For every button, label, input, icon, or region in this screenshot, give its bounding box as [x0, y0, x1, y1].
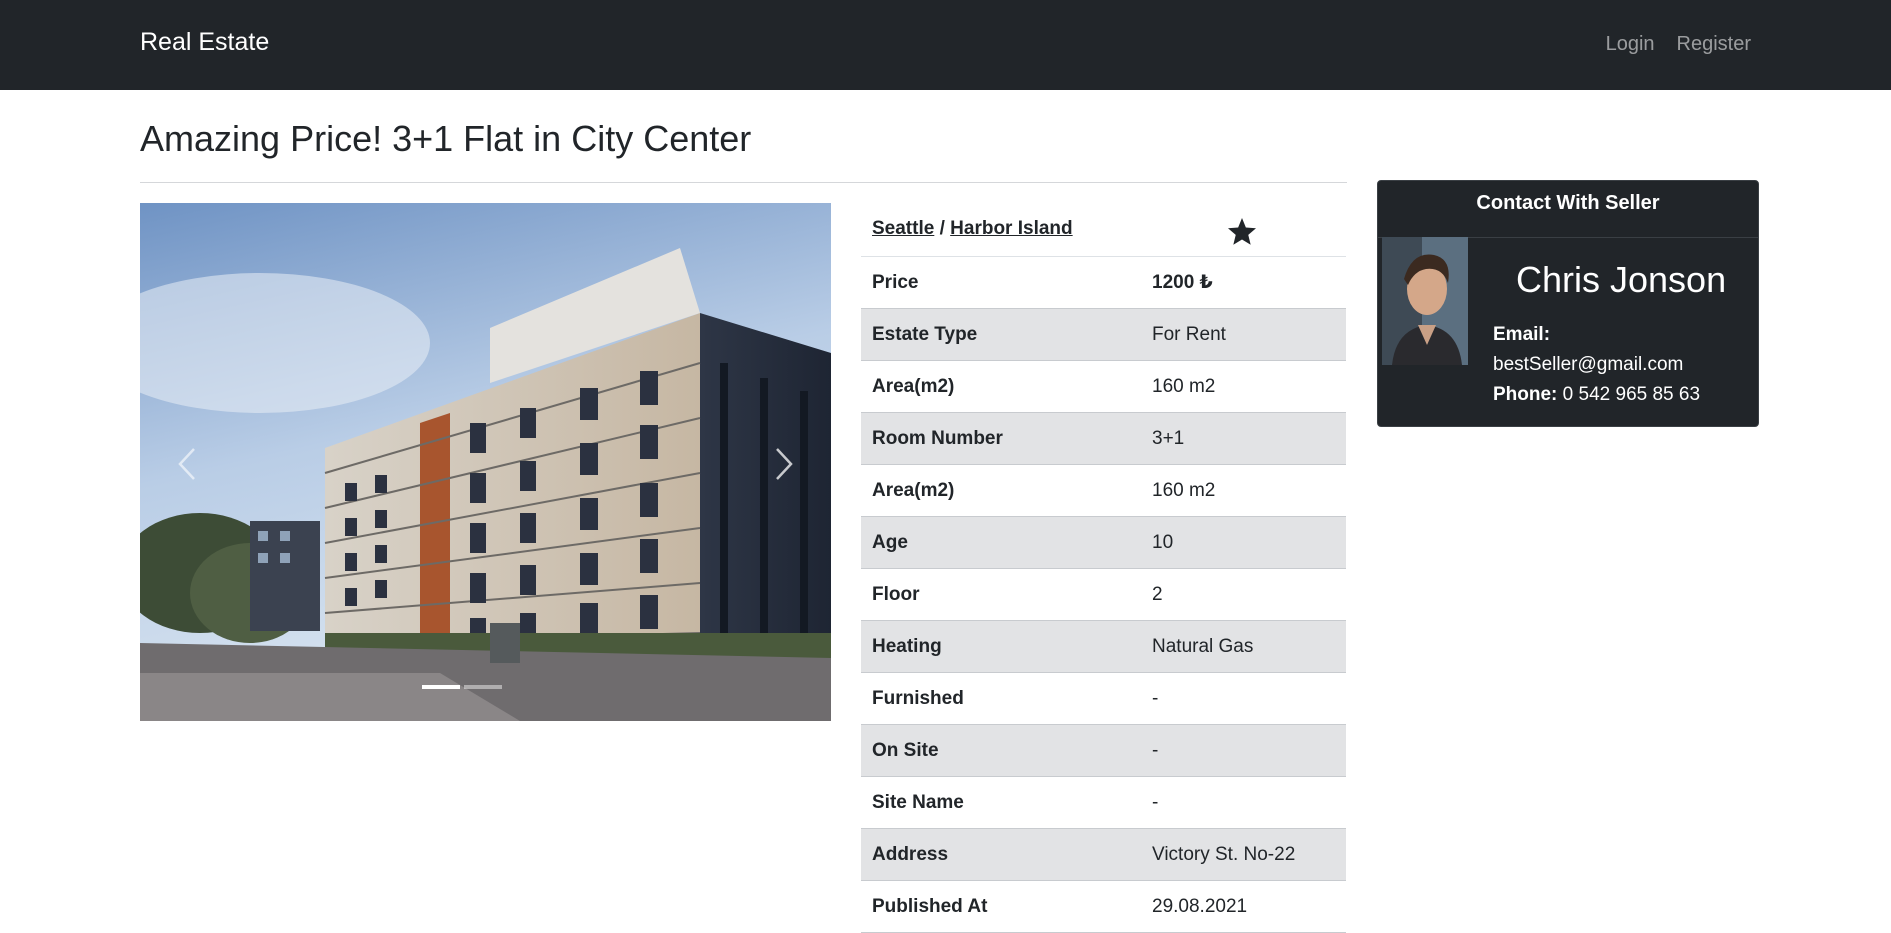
detail-label: Address: [872, 843, 949, 865]
detail-label: On Site: [872, 739, 939, 761]
email-label-line: Email:: [1493, 324, 1550, 346]
detail-row: Heating Natural Gas: [861, 621, 1346, 673]
detail-label: Floor: [872, 583, 920, 605]
detail-value: Victory St. No-22: [1152, 843, 1296, 865]
email-value-line: bestSeller@gmail.com: [1493, 354, 1683, 376]
seller-email[interactable]: bestSeller@gmail.com: [1493, 354, 1683, 375]
detail-value: 10: [1152, 531, 1174, 553]
property-details-table: Seattle / Harbor Island Price 1200 ₺ Estat…: [861, 203, 1346, 933]
seller-phone[interactable]: 0 542 965 85 63: [1563, 384, 1700, 405]
detail-rows: Price 1200 ₺ Estate Type For Rent Area(m2) 16…: [861, 257, 1346, 933]
district-link[interactable]: Harbor Island: [950, 218, 1072, 239]
nav-links: Login Register: [1606, 33, 1751, 56]
detail-value: 160 m2: [1152, 375, 1216, 397]
detail-label: Area(m2): [872, 375, 955, 397]
seller-avatar: [1382, 237, 1468, 365]
chevron-left-icon: [178, 448, 195, 480]
login-link[interactable]: Login: [1606, 33, 1655, 56]
detail-value: -: [1152, 687, 1159, 709]
detail-value: For Rent: [1152, 323, 1226, 345]
carousel-prev-button[interactable]: [140, 203, 250, 721]
detail-value: 1200 ₺: [1152, 272, 1213, 293]
detail-label: Furnished: [872, 687, 964, 709]
detail-value: Natural Gas: [1152, 635, 1254, 657]
chevron-right-icon: [776, 448, 793, 480]
detail-row: Room Number 3+1: [861, 413, 1346, 465]
carousel-indicator-2[interactable]: [464, 685, 502, 689]
carousel-indicators: [422, 685, 502, 689]
detail-row: Age 10: [861, 517, 1346, 569]
detail-label: Price: [872, 271, 919, 293]
brand-link[interactable]: Real Estate: [140, 28, 269, 57]
detail-value: -: [1152, 791, 1159, 813]
register-link[interactable]: Register: [1677, 33, 1751, 56]
page-title: Amazing Price! 3+1 Flat in City Center: [140, 118, 752, 159]
city-link[interactable]: Seattle: [872, 218, 934, 239]
phone-line: Phone: 0 542 965 85 63: [1493, 384, 1700, 406]
detail-label: Room Number: [872, 427, 1003, 449]
title-divider: [140, 182, 1347, 183]
seller-name: Chris Jonson: [1516, 259, 1727, 300]
detail-label: Estate Type: [872, 323, 978, 345]
detail-row: Estate Type For Rent: [861, 309, 1346, 361]
location-breadcrumb: Seattle / Harbor Island: [872, 218, 1073, 240]
detail-value: 3+1: [1152, 427, 1185, 449]
contact-seller-card: Contact With Seller Chris Jonson Email: …: [1377, 180, 1759, 427]
detail-row: On Site -: [861, 725, 1346, 777]
top-navbar: Real Estate Login Register: [0, 0, 1891, 90]
detail-row: Price 1200 ₺: [861, 257, 1346, 309]
detail-value: -: [1152, 739, 1159, 761]
location-row: Seattle / Harbor Island: [861, 203, 1346, 257]
phone-label: Phone:: [1493, 384, 1558, 405]
detail-row: Furnished -: [861, 673, 1346, 725]
detail-label: Site Name: [872, 791, 964, 813]
detail-label: Heating: [872, 635, 942, 657]
card-title: Contact With Seller: [1378, 181, 1758, 238]
location-separator: /: [939, 218, 945, 239]
detail-label: Age: [872, 531, 908, 553]
image-carousel[interactable]: [140, 203, 831, 721]
detail-row: Site Name -: [861, 777, 1346, 829]
detail-row: Floor 2: [861, 569, 1346, 621]
star-icon[interactable]: [1226, 216, 1258, 248]
detail-row: Area(m2) 160 m2: [861, 361, 1346, 413]
detail-value: 160 m2: [1152, 479, 1216, 501]
carousel-next-button[interactable]: [721, 203, 831, 721]
email-label: Email:: [1493, 324, 1551, 345]
carousel-indicator-1[interactable]: [422, 685, 460, 689]
detail-row: Area(m2) 160 m2: [861, 465, 1346, 517]
detail-value: 2: [1152, 583, 1163, 605]
detail-label: Area(m2): [872, 479, 955, 501]
detail-row: Published At 29.08.2021: [861, 881, 1346, 933]
detail-row: Address Victory St. No-22: [861, 829, 1346, 881]
